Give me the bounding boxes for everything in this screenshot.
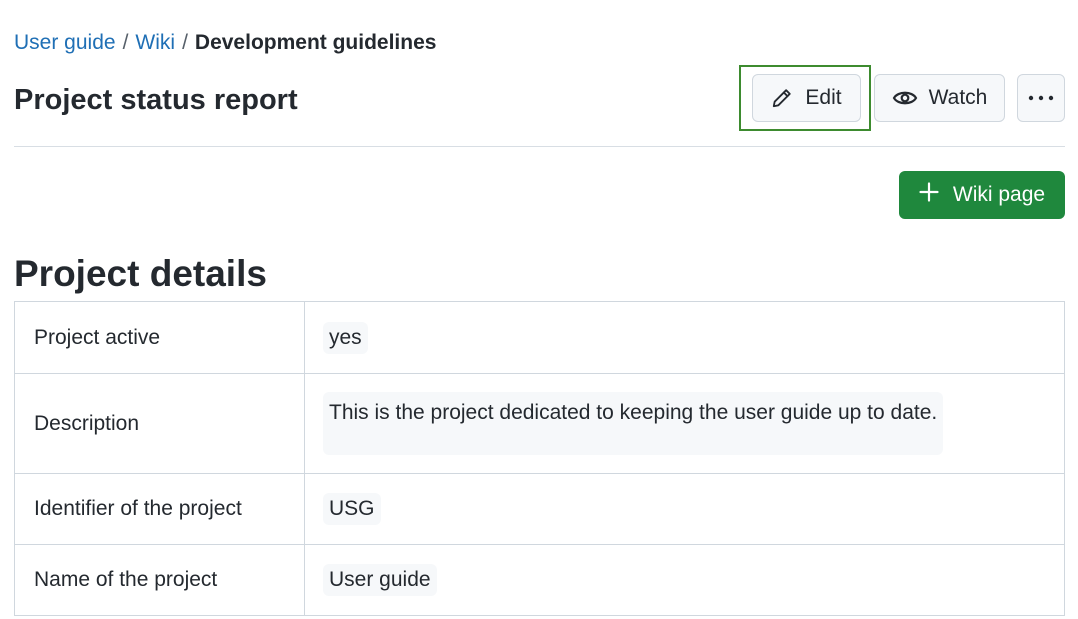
project-details-table: Project active yes Description This is t…: [14, 301, 1065, 616]
row-value: yes: [323, 321, 368, 354]
new-wiki-page-button[interactable]: Wiki page: [899, 171, 1065, 219]
edit-button[interactable]: Edit: [752, 74, 861, 122]
watch-button[interactable]: Watch: [874, 74, 1005, 122]
pencil-icon: [771, 87, 793, 109]
row-value: User guide: [323, 564, 437, 596]
breadcrumb-separator: /: [182, 31, 188, 54]
row-key: Project active: [14, 301, 305, 374]
breadcrumb: User guide / Wiki / Development guidelines: [14, 30, 436, 56]
row-value: USG: [323, 493, 381, 525]
row-value-cell: This is the project dedicated to keeping…: [304, 373, 1065, 474]
eye-icon: [892, 87, 918, 109]
row-key: Identifier of the project: [14, 473, 305, 545]
breadcrumb-link-user-guide[interactable]: User guide: [14, 31, 116, 54]
row-key: Name of the project: [14, 544, 305, 616]
row-value-cell: User guide: [304, 544, 1065, 616]
breadcrumb-separator: /: [122, 31, 129, 54]
header-divider: [14, 146, 1065, 147]
row-value-cell: USG: [304, 473, 1065, 545]
row-key: Description: [14, 373, 305, 474]
row-value-cell: yes: [304, 301, 1065, 374]
breadcrumb-current: Development guidelines: [194, 31, 437, 54]
plus-icon: [919, 182, 939, 208]
watch-button-label: Watch: [928, 86, 988, 109]
table-row: Project active yes: [14, 301, 1065, 374]
kebab-horizontal-icon: [1028, 95, 1054, 101]
table-row: Description This is the project dedicate…: [14, 373, 1065, 474]
section-title: Project details: [14, 253, 267, 294]
new-wiki-page-label: Wiki page: [952, 183, 1046, 206]
table-row: Identifier of the project USG: [14, 473, 1065, 545]
breadcrumb-link-wiki[interactable]: Wiki: [135, 31, 175, 54]
page-title: Project status report: [14, 84, 298, 116]
edit-button-label: Edit: [805, 86, 842, 109]
more-actions-button[interactable]: [1017, 74, 1065, 122]
row-value: This is the project dedicated to keeping…: [323, 392, 944, 455]
table-row: Name of the project User guide: [14, 544, 1065, 616]
